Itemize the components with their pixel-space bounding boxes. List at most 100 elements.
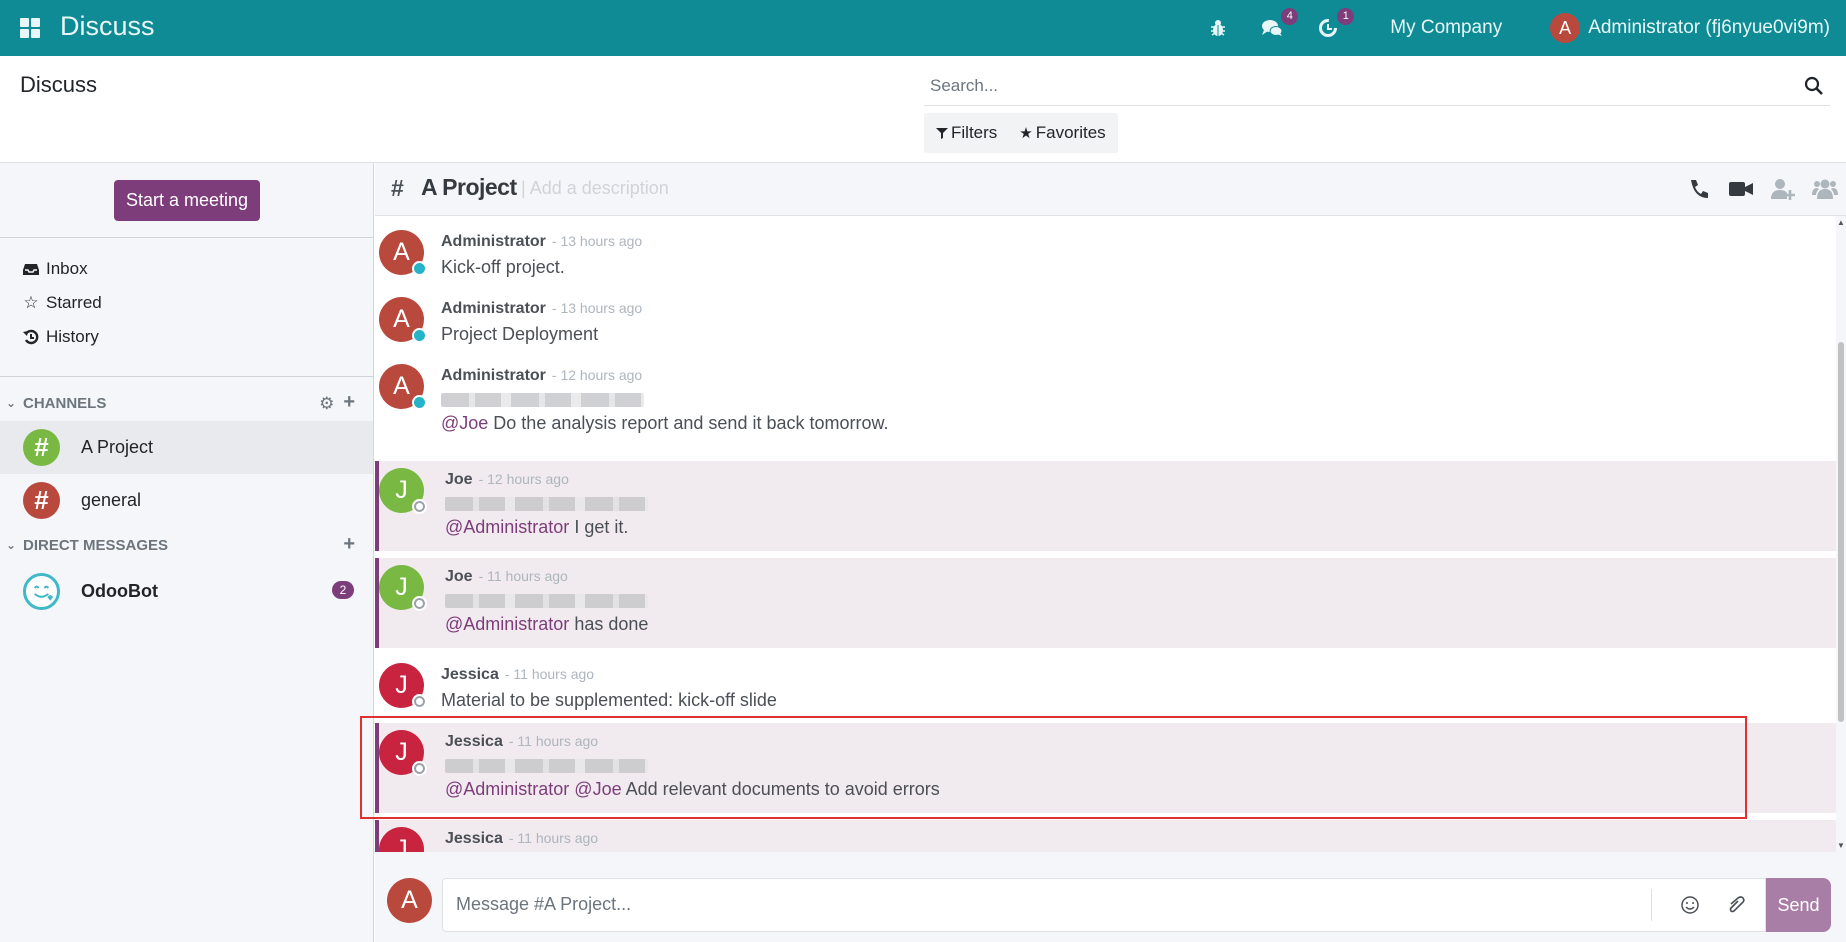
message-body: Kick-off project. [441,257,1836,278]
members-group-icon[interactable] [1812,176,1838,202]
start-meeting-button[interactable]: Start a meeting [114,180,260,221]
avatar-initial: A [393,305,410,333]
unread-counter-badge: 2 [332,581,354,599]
favorites-button[interactable]: ★ Favorites [1019,123,1105,143]
sidebar-item-dm-odoobot[interactable]: OdooBot 2 [0,563,373,619]
author-avatar[interactable]: J [379,468,427,514]
control-panel: Discuss Filters ★ Favorites [0,56,1846,163]
message-text: Project Deployment [441,324,599,344]
messages-badge: 4 [1281,8,1299,25]
author-avatar[interactable]: A [379,230,427,276]
activity-menu[interactable]: 1 [1316,8,1355,40]
messaging-menu[interactable]: 4 [1260,8,1299,40]
video-camera-icon[interactable] [1728,176,1754,202]
message-item[interactable]: A Administrator - 13 hours ago Project Depl… [375,294,1836,351]
sidebar-item-channel-general[interactable]: # general [0,474,373,527]
sidebar-item-channel-a-project[interactable]: # A Project [0,421,373,474]
message-author[interactable]: Jessica [445,830,503,848]
user-menu[interactable]: A Administrator (fj6nyue0vi9m) [1550,13,1830,43]
message-author[interactable]: Joe [445,471,473,489]
direct-messages-category-header[interactable]: ⌄ DIRECT MESSAGES + [0,527,373,563]
message-date: - 12 hours ago [551,367,643,383]
user-avatar: A [1550,13,1581,43]
top-navbar: Discuss 4 1 My Company A Administrator (… [0,0,1846,56]
chat-bubbles-icon [1262,20,1283,36]
thread-name[interactable]: A Project [421,174,517,201]
star-filled-icon: ★ [1019,125,1033,142]
activities-badge: 1 [1337,8,1355,25]
mention-link[interactable]: @Administrator [445,614,569,634]
message-author[interactable]: Administrator [441,233,546,251]
online-status-icon [412,261,427,276]
message-input[interactable] [443,879,1623,929]
filters-label: Filters [951,123,998,142]
sidebar-item-inbox[interactable]: Inbox [0,252,373,286]
filters-button[interactable]: Filters [936,123,997,143]
message-author[interactable]: Joe [445,568,473,586]
message-item[interactable]: J Jessica - 11 hours ago Material to be sup… [375,660,1836,717]
author-avatar[interactable]: A [379,364,427,410]
message-item[interactable]: J Joe - 12 hours ago @Administrator I get i… [375,461,1836,551]
channel-hash-icon: # [23,429,60,466]
author-avatar[interactable]: J [379,663,427,709]
search-input[interactable] [924,68,1774,104]
emoji-smiley-icon[interactable] [1679,894,1701,916]
thread-description-input[interactable]: | Add a description [521,178,669,199]
send-button[interactable]: Send [1766,878,1831,932]
message-text: Do the analysis report and send it back … [488,413,889,433]
star-icon: ☆ [23,293,39,312]
paperclip-attachment-icon[interactable] [1725,894,1747,916]
author-avatar[interactable]: J [379,827,424,852]
sidebar-item-history[interactable]: History [0,320,373,354]
message-body: Project Deployment [441,324,1836,345]
thread-scrollbar[interactable]: ▲ ▼ [1836,216,1846,852]
message-author[interactable]: Jessica [445,733,503,751]
message-item[interactable]: J Jessica - 11 hours ago @Administrator @Jo… [375,723,1836,813]
scroll-up-arrow-icon[interactable]: ▲ [1837,218,1845,227]
message-item[interactable]: A Administrator - 13 hours ago Kick-off pro… [375,227,1836,284]
app-name[interactable]: Discuss [60,11,155,42]
composer: A Send [375,852,1846,942]
channel-name: general [81,490,142,510]
avatar-initial: J [395,835,408,852]
message-text: Kick-off project. [441,257,565,277]
apps-menu-icon[interactable] [20,18,40,38]
inbox-icon [23,261,39,277]
page-title: Discuss [20,72,98,97]
author-avatar[interactable]: A [379,297,427,343]
add-user-icon[interactable] [1770,176,1796,202]
blurred-subject [445,759,648,773]
message-author[interactable]: Administrator [441,367,546,385]
company-switcher[interactable]: My Company [1390,17,1502,39]
channels-category-header[interactable]: ⌄ CHANNELS ⚙ + [0,385,373,421]
mention-link[interactable]: @Administrator [445,517,569,537]
sidebar-item-starred[interactable]: ☆ Starred [0,286,373,320]
message-item[interactable]: A Administrator - 12 hours ago @Joe Do the … [375,361,1836,458]
author-avatar[interactable]: J [379,730,427,776]
debug-bug-icon[interactable] [1206,16,1230,40]
author-avatar[interactable]: J [379,565,427,611]
message-author[interactable]: Jessica [441,666,499,684]
avatar-initial: J [395,738,408,766]
search-box [924,68,1830,106]
message-text: Material to be supplemented: kick-off sl… [441,690,777,710]
odoobot-avatar-icon [23,572,60,610]
message-author[interactable]: Administrator [441,300,546,318]
mailbox-list: Inbox ☆ Starred History [0,238,373,377]
channel-settings-gear-icon[interactable]: ⚙ [319,394,334,414]
scroll-down-arrow-icon[interactable]: ▼ [1837,841,1845,850]
phone-icon[interactable] [1686,176,1712,202]
add-dm-plus-icon[interactable]: + [343,534,355,554]
message-text: has done [569,614,649,634]
channel-hash-icon: # [23,482,60,519]
message-body: @Administrator I get it. [445,517,1836,538]
message-date: - 13 hours ago [551,300,643,316]
mention-link[interactable]: @Administrator @Joe [445,779,622,799]
message-item[interactable]: J Jessica - 11 hours ago [375,820,1836,852]
add-channel-plus-icon[interactable]: + [343,392,355,414]
message-item[interactable]: J Joe - 11 hours ago @Administrator has don… [375,558,1836,648]
mention-link[interactable]: @Joe [441,413,488,433]
scroll-thumb[interactable] [1838,342,1844,722]
search-icon[interactable] [1804,76,1824,96]
composer-divider [1651,889,1652,921]
